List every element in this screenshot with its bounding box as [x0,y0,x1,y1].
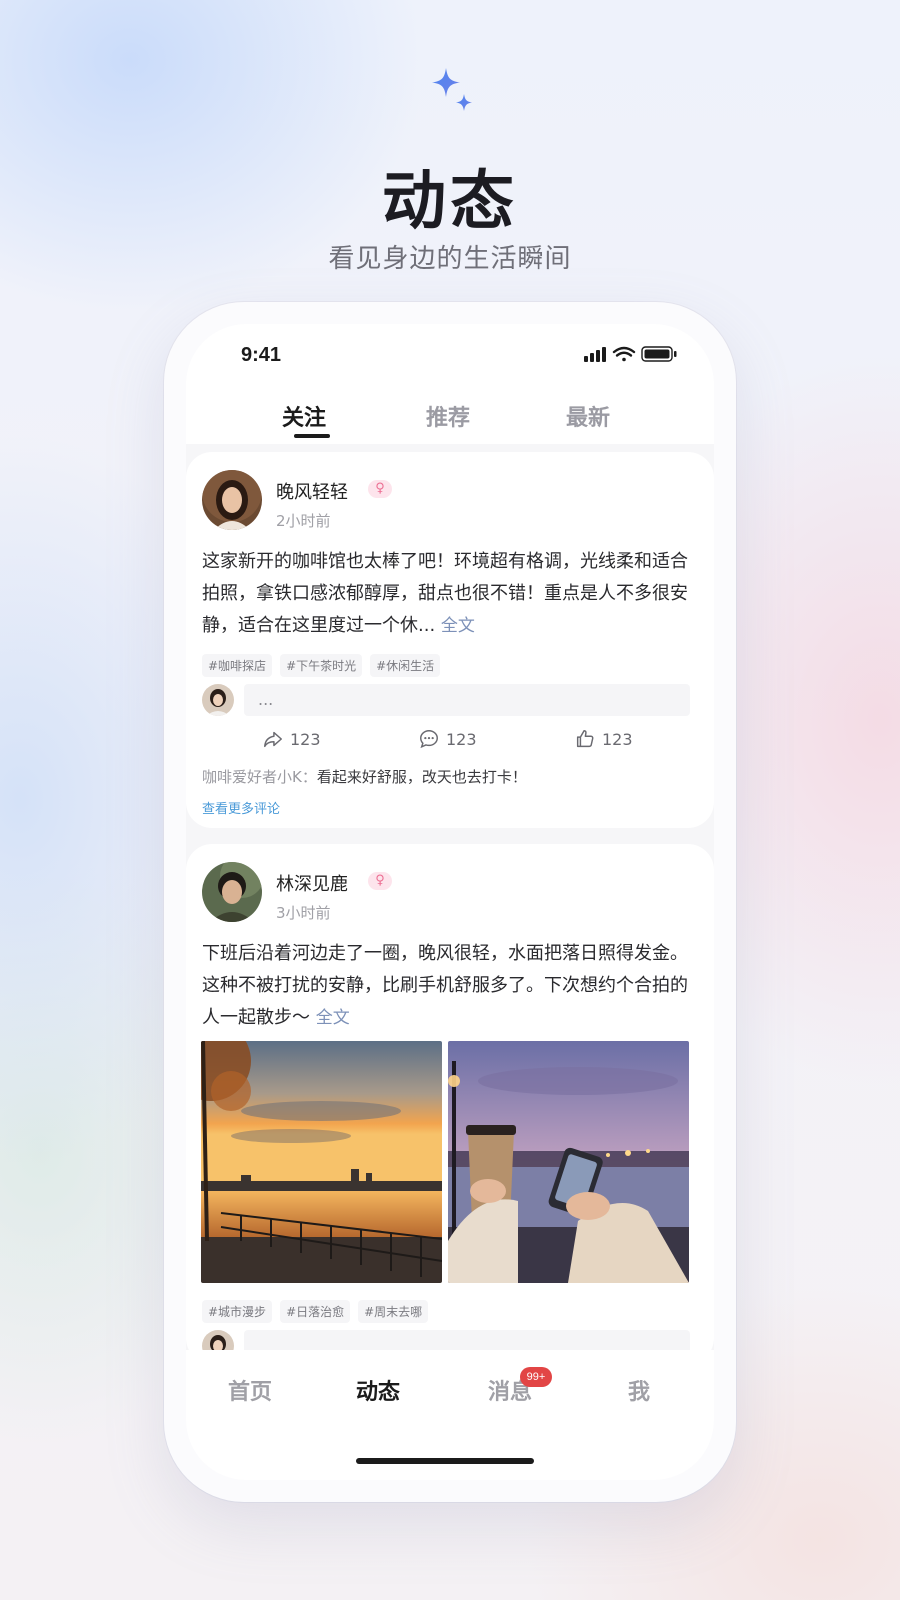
share-button[interactable]: 123 [262,728,321,750]
tab-recommended[interactable]: 推荐 [426,400,470,432]
hero-title: 动态 [382,165,518,239]
post-body: 下班后沿着河边走了一圈，晚风很轻，水面把落日照得发金。这种不被打扰的安静，比刷手… [202,943,688,1028]
comment-text: 看起来好舒服，改天也去打卡！ [316,768,527,786]
post-time: 3小时前 [276,904,331,922]
status-time: 9:41 [241,344,282,366]
comment-button[interactable]: 123 [418,728,477,750]
avatar[interactable] [202,470,262,530]
tag[interactable]: #城市漫步 [202,1300,273,1323]
female-icon: ♀ [368,480,392,498]
like-button[interactable]: 123 [574,728,633,750]
like-count: 123 [602,729,633,749]
tag[interactable]: #周末去哪 [358,1300,429,1323]
read-more-link[interactable]: 全文 [316,1008,350,1028]
tag[interactable]: #休闲生活 [370,654,441,677]
female-icon: ♀ [368,872,392,890]
status-bar: 9:41 [186,324,714,384]
comment-count: 123 [446,729,477,749]
feed-tabs: 关注 推荐 最新 [186,384,714,444]
nav-home[interactable]: 首页 [228,1374,272,1406]
post-author[interactable]: 晚风轻轻 [276,478,348,504]
see-more-comments-link[interactable]: 查看更多评论 [202,798,280,817]
nav-me[interactable]: 我 [628,1374,650,1406]
unread-badge: 99+ [520,1367,552,1387]
share-count: 123 [290,729,321,749]
phone-frame: 9:41 关注 推荐 最新 晚风轻轻 ♀ 2小时前 这家新开的咖啡馆也太棒了吧！… [164,302,736,1502]
tab-following[interactable]: 关注 [282,400,326,432]
post-card[interactable]: 林深见鹿 ♀ 3小时前 下班后沿着河边走了一圈，晚风很轻，水面把落日照得发金。这… [186,844,714,1364]
photo-sunset-river[interactable] [201,1041,442,1283]
comment-icon [420,730,438,749]
tag-list: #城市漫步 #日落治愈 #周末去哪 [202,1300,429,1323]
bottom-nav: 首页 动态 消息 99+ 我 [186,1350,714,1480]
my-avatar [202,684,234,716]
tag[interactable]: #日落治愈 [280,1300,351,1323]
wifi-icon [612,346,636,362]
post-time: 2小时前 [276,512,331,530]
thumbs-up-icon [576,730,594,748]
active-tab-indicator [294,434,330,438]
phone-screen: 9:41 关注 推荐 最新 晚风轻轻 ♀ 2小时前 这家新开的咖啡馆也太棒了吧！… [186,324,714,1480]
post-author[interactable]: 林深见鹿 [276,870,348,896]
comment-input[interactable]: ... [244,684,690,716]
tag-list: #咖啡探店 #下午茶时光 #休闲生活 [202,654,441,677]
comment-user[interactable]: 咖啡爱好者小K： [202,768,317,786]
share-icon [264,731,282,748]
hero-subtitle: 看见身边的生活瞬间 [328,244,572,274]
sparkle-icon [432,68,472,111]
photo-coffee-phone[interactable] [448,1041,689,1283]
status-icons [584,346,677,362]
home-indicator [356,1458,534,1464]
tag[interactable]: #下午茶时光 [280,654,363,677]
read-more-link[interactable]: 全文 [441,616,475,636]
post-text: 下班后沿着河边走了一圈，晚风很轻，水面把落日照得发金。这种不被打扰的安静，比刷手… [202,938,696,1034]
top-comment: 咖啡爱好者小K：看起来好舒服，改天也去打卡！ [202,766,527,787]
tag[interactable]: #咖啡探店 [202,654,273,677]
post-text: 这家新开的咖啡馆也太棒了吧！环境超有格调，光线柔和适合拍照，拿铁口感浓郁醇厚，甜… [202,546,696,642]
tab-latest[interactable]: 最新 [566,400,610,432]
post-card[interactable]: 晚风轻轻 ♀ 2小时前 这家新开的咖啡馆也太棒了吧！环境超有格调，光线柔和适合拍… [186,452,714,828]
avatar[interactable] [202,862,262,922]
signal-icon [584,347,606,362]
battery-icon [641,346,677,362]
nav-moments[interactable]: 动态 [356,1374,400,1406]
